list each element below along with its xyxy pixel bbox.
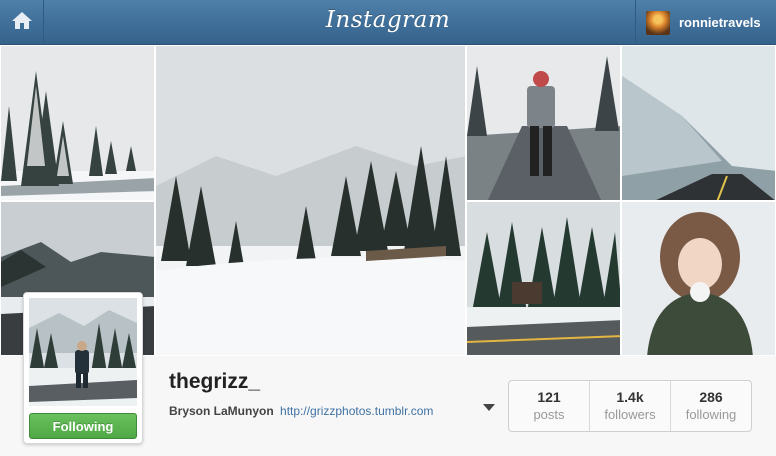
photo-tile[interactable] <box>0 45 155 201</box>
profile-bio: Bryson LaMunyon http://grizzphotos.tumbl… <box>169 404 433 418</box>
top-nav-bar: Instagram ronnietravels <box>0 0 776 45</box>
photo-tile[interactable] <box>621 201 776 356</box>
stat-label: following <box>685 407 737 422</box>
stat-label: followers <box>604 407 656 422</box>
profile-website-link[interactable]: http://grizzphotos.tumblr.com <box>280 404 433 418</box>
stat-value: 286 <box>699 389 723 405</box>
user-avatar <box>646 10 670 35</box>
profile-avatar-card: Following <box>23 292 143 444</box>
current-username: ronnietravels <box>679 15 761 30</box>
following-button[interactable]: Following <box>29 413 137 439</box>
profile-username: thegrizz_ <box>169 370 261 393</box>
photo-tile[interactable] <box>155 45 466 356</box>
profile-full-name: Bryson LaMunyon <box>169 404 274 418</box>
stat-posts[interactable]: 121 posts <box>509 381 590 431</box>
photo-tile[interactable] <box>621 45 776 201</box>
stat-value: 121 <box>537 389 561 405</box>
photo-tile[interactable] <box>466 45 621 201</box>
stat-value: 1.4k <box>616 389 644 405</box>
profile-stats: 121 posts 1.4k followers 286 following <box>508 380 752 432</box>
stat-label: posts <box>533 407 565 422</box>
photo-tile[interactable] <box>466 201 621 356</box>
chevron-down-icon[interactable] <box>483 404 495 411</box>
stat-following[interactable]: 286 following <box>671 381 751 431</box>
stat-followers[interactable]: 1.4k followers <box>590 381 671 431</box>
profile-picture[interactable] <box>29 298 137 406</box>
current-user-menu[interactable]: ronnietravels <box>635 0 776 45</box>
